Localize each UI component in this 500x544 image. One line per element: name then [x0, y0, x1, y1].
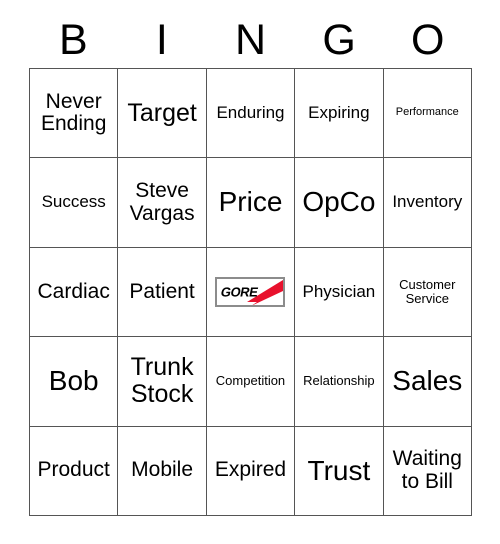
bingo-cell-n2[interactable]: Price: [206, 158, 296, 248]
bingo-cell-label: Customer Service: [399, 276, 456, 306]
bingo-cell-i2[interactable]: Steve Vargas: [118, 158, 207, 248]
bingo-cell-label: Sales: [392, 365, 463, 397]
gore-logo-icon: GORE: [215, 276, 286, 307]
bingo-cell-label: Product: [37, 458, 110, 482]
bingo-cell-label: Mobile: [131, 458, 194, 482]
bingo-cell-o5[interactable]: Waiting to Bill: [383, 426, 472, 516]
bingo-cell-i4[interactable]: Trunk Stock: [118, 337, 207, 427]
bingo-cell-label: Inventory: [392, 192, 463, 212]
bingo-cell-label: Physician: [302, 281, 376, 301]
bingo-cell-b5[interactable]: Product: [30, 426, 119, 516]
bingo-card: B I N G O Never Ending Target Enduring E…: [0, 0, 500, 544]
bingo-header-letter-i: I: [155, 15, 168, 64]
bingo-cell-label: Waiting to Bill: [392, 447, 462, 493]
bingo-cell-label: Relationship: [303, 373, 375, 389]
bingo-cell-label: Never Ending: [41, 89, 107, 136]
gore-wordmark-label: GORE: [220, 284, 260, 300]
bingo-cell-label: Trust: [307, 454, 371, 486]
bingo-cell-label: Competition: [215, 373, 286, 389]
bingo-cell-label: Target: [127, 98, 197, 127]
bingo-cell-b4[interactable]: Bob: [30, 337, 119, 427]
bingo-cell-o3[interactable]: Customer Service: [383, 247, 472, 338]
bingo-cell-n1[interactable]: Enduring: [206, 69, 296, 159]
bingo-cell-label: Enduring: [216, 103, 285, 123]
bingo-cell-i3[interactable]: Patient: [118, 247, 207, 338]
bingo-grid: Never Ending Target Enduring Expiring Pe…: [29, 68, 472, 516]
bingo-cell-i1[interactable]: Target: [118, 69, 207, 159]
bingo-cell-label: OpCo: [302, 186, 376, 218]
bingo-cell-g3[interactable]: Physician: [295, 247, 384, 338]
bingo-cell-label: Steve Vargas: [129, 178, 195, 225]
bingo-cell-b2[interactable]: Success: [30, 158, 119, 248]
bingo-header-row: B I N G O: [29, 12, 472, 68]
bingo-cell-label: Success: [41, 192, 106, 212]
bingo-header-letter-n: N: [234, 15, 267, 64]
bingo-cell-b1[interactable]: Never Ending: [30, 69, 119, 159]
bingo-cell-b3[interactable]: Cardiac: [30, 247, 119, 338]
bingo-cell-label: Price: [218, 186, 283, 218]
bingo-cell-n4[interactable]: Competition: [206, 337, 296, 427]
bingo-header-letter-b: B: [58, 15, 88, 64]
bingo-cell-i5[interactable]: Mobile: [118, 426, 207, 516]
bingo-cell-label: Expiring: [308, 103, 370, 123]
bingo-cell-n5[interactable]: Expired: [206, 426, 296, 516]
bingo-header-letter-g: G: [322, 15, 356, 64]
bingo-cell-o1[interactable]: Performance: [383, 69, 472, 159]
bingo-cell-label: Patient: [129, 279, 195, 303]
bingo-cell-g5[interactable]: Trust: [295, 426, 384, 516]
bingo-cell-label: Expired: [214, 458, 287, 482]
bingo-cell-o2[interactable]: Inventory: [383, 158, 472, 248]
bingo-header-letter-o: O: [410, 15, 445, 64]
bingo-cell-g4[interactable]: Relationship: [295, 337, 384, 427]
bingo-cell-g1[interactable]: Expiring: [295, 69, 384, 159]
bingo-cell-o4[interactable]: Sales: [383, 337, 472, 427]
bingo-cell-label: Performance: [395, 106, 459, 119]
bingo-cell-free-space[interactable]: GORE: [206, 247, 296, 338]
bingo-cell-label: Bob: [48, 365, 99, 397]
bingo-cell-label: Cardiac: [37, 279, 110, 303]
bingo-cell-g2[interactable]: OpCo: [295, 158, 384, 248]
bingo-cell-label: Trunk Stock: [130, 353, 194, 409]
